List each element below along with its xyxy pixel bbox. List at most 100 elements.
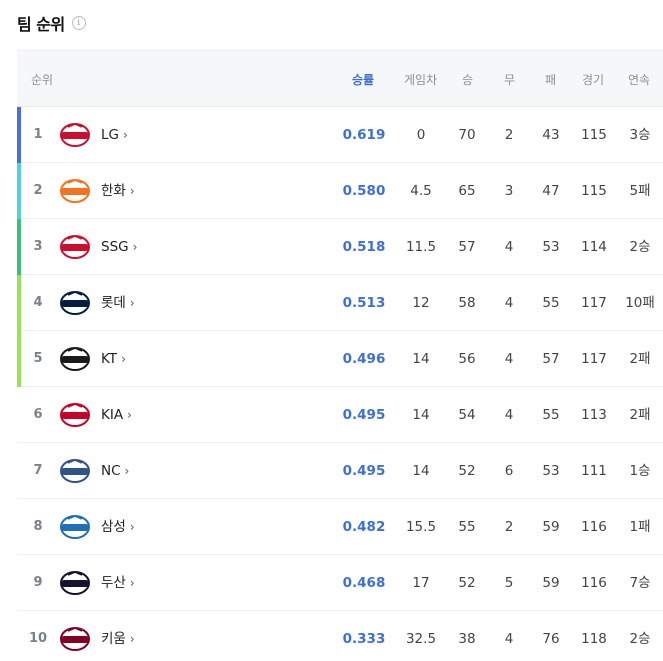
team-name: 두산 xyxy=(101,575,126,591)
draws: 6 xyxy=(504,463,514,479)
streak: 3승 xyxy=(629,127,651,143)
draws: 4 xyxy=(504,239,514,255)
draws: 4 xyxy=(504,631,514,647)
table-body: 1 LG › 0.619 0 70 2 43 115 3승 2 한화 › 0.580… xyxy=(17,107,663,661)
games-behind: 11.5 xyxy=(405,239,437,255)
wins: 54 xyxy=(458,407,476,423)
losses: 55 xyxy=(542,295,560,311)
table-row[interactable]: 7 NC › 0.495 14 52 6 53 111 1승 xyxy=(17,443,663,499)
wins: 52 xyxy=(458,463,476,479)
rank-color-bar xyxy=(17,219,21,275)
win-pct: 0.496 xyxy=(342,351,386,367)
lotte-giants-logo-icon xyxy=(59,289,91,317)
table-row[interactable]: 5 KT › 0.496 14 56 4 57 117 2패 xyxy=(17,331,663,387)
kt-wiz-logo-icon xyxy=(59,345,91,373)
col-streak[interactable]: 연속 xyxy=(628,71,650,88)
games-behind: 12 xyxy=(412,295,430,311)
games-played: 116 xyxy=(581,519,607,535)
team-name-link[interactable]: LG › xyxy=(101,107,128,163)
team-name-link[interactable]: SSG › xyxy=(101,219,137,275)
info-icon[interactable]: i xyxy=(71,16,86,30)
col-g[interactable]: 경기 xyxy=(582,71,604,88)
table-row[interactable]: 1 LG › 0.619 0 70 2 43 115 3승 xyxy=(17,107,663,163)
games-behind: 14 xyxy=(412,407,430,423)
losses: 43 xyxy=(542,127,560,143)
hanwha-eagles-logo-icon xyxy=(59,177,91,205)
streak: 2패 xyxy=(629,351,651,367)
table-row[interactable]: 6 KIA › 0.495 14 54 4 55 113 2패 xyxy=(17,387,663,443)
losses: 53 xyxy=(542,239,560,255)
table-row[interactable]: 4 롯데 › 0.513 12 58 4 55 117 10패 xyxy=(17,275,663,331)
draws: 2 xyxy=(504,519,514,535)
team-name-link[interactable]: 한화 › xyxy=(101,163,135,219)
table-row[interactable]: 9 두산 › 0.468 17 52 5 59 116 7승 xyxy=(17,555,663,611)
table-row[interactable]: 2 한화 › 0.580 4.5 65 3 47 115 5패 xyxy=(17,163,663,219)
win-pct: 0.580 xyxy=(342,183,386,199)
losses: 55 xyxy=(542,407,560,423)
games-behind: 14 xyxy=(412,351,430,367)
col-w[interactable]: 승 xyxy=(462,71,473,88)
games-behind: 17 xyxy=(412,575,430,591)
win-pct: 0.495 xyxy=(342,407,386,423)
losses: 47 xyxy=(542,183,560,199)
wins: 38 xyxy=(458,631,476,647)
wins: 52 xyxy=(458,575,476,591)
draws: 4 xyxy=(504,295,514,311)
games-behind: 0 xyxy=(416,127,426,143)
col-d[interactable]: 무 xyxy=(504,71,515,88)
losses: 59 xyxy=(542,575,560,591)
rank-number: 4 xyxy=(33,295,43,310)
team-name-link[interactable]: 삼성 › xyxy=(101,499,135,555)
chevron-right-icon: › xyxy=(129,184,135,198)
streak: 1승 xyxy=(629,463,651,479)
draws: 5 xyxy=(504,575,514,591)
rank-number: 10 xyxy=(28,631,48,646)
rank-color-bar xyxy=(17,387,21,443)
games-behind: 15.5 xyxy=(405,519,437,535)
team-name-link[interactable]: 키움 › xyxy=(101,611,135,661)
games-behind: 32.5 xyxy=(405,631,437,647)
team-name: KIA xyxy=(101,407,124,423)
games-behind: 4.5 xyxy=(410,183,432,199)
win-pct: 0.495 xyxy=(342,463,386,479)
chevron-right-icon: › xyxy=(129,520,135,534)
streak: 5패 xyxy=(629,183,651,199)
team-name-link[interactable]: 롯데 › xyxy=(101,275,135,331)
team-name-link[interactable]: NC › xyxy=(101,443,129,499)
table-row[interactable]: 3 SSG › 0.518 11.5 57 4 53 114 2승 xyxy=(17,219,663,275)
rank-number: 9 xyxy=(33,575,43,590)
chevron-right-icon: › xyxy=(121,352,126,366)
win-pct: 0.513 xyxy=(342,295,386,311)
wins: 65 xyxy=(458,183,476,199)
team-name: NC xyxy=(101,463,121,479)
table-row[interactable]: 8 삼성 › 0.482 15.5 55 2 59 116 1패 xyxy=(17,499,663,555)
chevron-right-icon: › xyxy=(132,240,138,254)
team-name-link[interactable]: 두산 › xyxy=(101,555,135,611)
col-gb[interactable]: 게임차 xyxy=(404,71,437,88)
rank-number: 6 xyxy=(33,407,43,422)
chevron-right-icon: › xyxy=(129,632,135,646)
chevron-right-icon: › xyxy=(122,128,128,142)
rank-color-bar xyxy=(17,611,21,661)
wins: 57 xyxy=(458,239,476,255)
table-row[interactable]: 10 키움 › 0.333 32.5 38 4 76 118 2승 xyxy=(17,611,663,661)
chevron-right-icon: › xyxy=(129,296,135,310)
losses: 76 xyxy=(542,631,560,647)
losses: 57 xyxy=(542,351,560,367)
col-l[interactable]: 패 xyxy=(545,71,556,88)
draws: 4 xyxy=(504,407,514,423)
draws: 3 xyxy=(504,183,514,199)
team-name-link[interactable]: KIA › xyxy=(101,387,132,443)
wins: 58 xyxy=(458,295,476,311)
games-played: 116 xyxy=(581,575,607,591)
col-pct-sort[interactable]: 승률 xyxy=(352,71,374,88)
streak: 10패 xyxy=(625,295,655,311)
team-name: KT xyxy=(101,351,118,367)
rank-number: 7 xyxy=(33,463,43,478)
team-name-link[interactable]: KT › xyxy=(101,331,126,387)
streak: 2승 xyxy=(629,239,651,255)
games-played: 115 xyxy=(581,127,607,143)
team-name: 한화 xyxy=(101,183,126,199)
ssg-landers-logo-icon xyxy=(59,233,91,261)
team-name: LG xyxy=(101,127,119,143)
